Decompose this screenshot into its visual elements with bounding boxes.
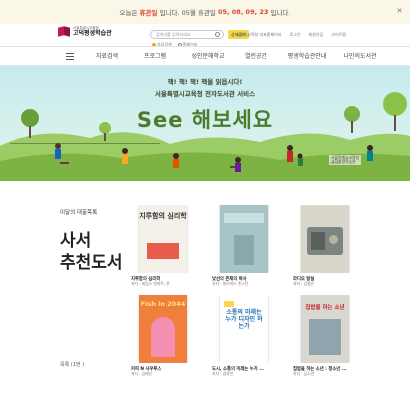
cover-text: Fish in 2044: [140, 300, 186, 308]
cover-text: 집밥을 하는 소년: [305, 305, 345, 311]
nav-item-program[interactable]: 프로그램: [133, 47, 177, 66]
book-cover[interactable]: 소통의 미래는 누가 디자인 하는가: [209, 295, 279, 363]
list-link[interactable]: 목록 (1번 ): [60, 361, 84, 368]
book-author: 저자 : 광자연: [212, 371, 234, 377]
banner-title: See 해보세요: [136, 108, 274, 132]
book-cover-art: [301, 205, 349, 273]
book-author: 저자 : 김소연: [293, 371, 315, 377]
notice-dates: 05, 08, 09, 23: [218, 8, 269, 16]
logo-main-text: 고덕평생학습관: [73, 29, 112, 37]
book-author: 저자 : 김혜인: [131, 371, 153, 377]
monthly-loan-label: 이달의 대출목록: [60, 210, 98, 216]
closed-day-notice: 오늘은 휴관일 입니다. 05월 휴관일 05, 08, 09, 23 입니다.…: [0, 0, 410, 24]
book-card[interactable]: 라디오 탐설 저자 : 김형은: [290, 205, 360, 287]
main-nav: 자료검색 프로그램 성인문해학교 열린공간 평생학습관안내 나만의도서관: [0, 46, 410, 66]
book-cover[interactable]: 지루함의 심리학: [128, 205, 198, 273]
book-cover-art: 집밥을 하는 소년: [301, 295, 349, 363]
site-header: 서울특별시교육청 고덕평생학습관 검색어를 입력하세요 상세검색 자료검색 홈페…: [0, 24, 410, 47]
book-cover-art: Fish in 2044: [139, 295, 187, 363]
nav-item-open-space[interactable]: 열린공간: [236, 47, 276, 66]
util-link-join[interactable]: 회원가입: [309, 32, 324, 38]
banner-logo-main: 고덕평생학습관: [331, 159, 356, 165]
nav-item-literacy[interactable]: 성인문해학교: [183, 47, 233, 66]
book-cover[interactable]: Fish in 2044: [128, 295, 198, 363]
book-cover-art: 소통의 미래는 누가 디자인 하는가: [220, 295, 268, 363]
cover-text: 지루함의 심리학: [139, 212, 187, 220]
banner-line-1: 책! 책! 책! 책을 읽읍시다!: [167, 78, 243, 86]
close-icon[interactable]: ✕: [395, 7, 404, 16]
section-title-line-2: 추천도서: [60, 253, 123, 274]
book-author: 저자 : 데이비드 존스턴: [212, 281, 249, 287]
book-cover[interactable]: 집밥을 하는 소년: [290, 295, 360, 363]
util-link-sitemap[interactable]: 사이트맵: [331, 32, 346, 38]
search-placeholder: 검색어를 입력하세요: [156, 32, 191, 37]
book-card[interactable]: 낯선의 존재의 박사 저자 : 데이비드 존스턴: [209, 205, 279, 287]
search-input[interactable]: 검색어를 입력하세요: [150, 30, 224, 39]
book-cover-art: [220, 205, 268, 273]
book-author: 저자 : 김형은: [293, 281, 315, 287]
hamburger-menu-icon[interactable]: [66, 53, 74, 60]
banner-line-2: 서울특별시교육청 전자도서관 서비스: [154, 90, 256, 98]
book-card[interactable]: Fish in 2044 커피 N 사우루스 저자 : 김혜인: [128, 295, 198, 377]
notice-prefix: 오늘은: [119, 9, 138, 17]
nav-item-about[interactable]: 평생학습관안내: [278, 47, 336, 66]
book-cover[interactable]: [290, 205, 360, 273]
utility-links: 서울시교육청 대표홈페이지 로그인 회원가입 사이트맵: [236, 32, 346, 38]
book-card[interactable]: 집밥을 하는 소년 집밥을 하는 소년 : 청소년 ... 저자 : 김소연: [290, 295, 360, 377]
cover-text: 소통의 미래는 누가 디자인 하는가: [225, 309, 263, 331]
util-link-office[interactable]: 서울시교육청 대표홈페이지: [236, 32, 281, 38]
book-card[interactable]: 소통의 미래는 누가 디자인 하는가 도시, 소통의 미래는 누가 ... 저자…: [209, 295, 279, 377]
book-cover-art: 지루함의 심리학: [139, 205, 187, 273]
book-card[interactable]: 지루함의 심리학 지루함의 심리학 저자 : 제임스 댄커트, 존: [128, 205, 198, 287]
nav-item-my-library[interactable]: 나만의도서관: [336, 47, 384, 66]
notice-today-status: 휴관일: [139, 9, 158, 17]
book-cover[interactable]: [209, 205, 279, 273]
hero-banner[interactable]: 책! 책! 책! 책을 읽읍시다! 서울특별시교육청 전자도서관 서비스 See…: [0, 66, 410, 181]
nav-item-search[interactable]: 자료검색: [85, 47, 129, 66]
book-author: 저자 : 제임스 댄커트, 존: [131, 281, 170, 287]
banner-logo: 서울특별시교육청 고덕평생학습관: [329, 155, 361, 166]
book-logo-icon: [58, 27, 70, 36]
section-title-line-1: 사서: [60, 231, 92, 251]
site-logo[interactable]: 서울특별시교육청 고덕평생학습관: [58, 26, 112, 37]
section-title: 사서 추천도서: [60, 230, 123, 274]
util-link-login[interactable]: 로그인: [289, 32, 300, 38]
search-icon[interactable]: [215, 32, 220, 37]
notice-suffix: 입니다.: [270, 9, 291, 17]
notice-middle: 입니다. 05월 휴관일: [159, 9, 216, 17]
